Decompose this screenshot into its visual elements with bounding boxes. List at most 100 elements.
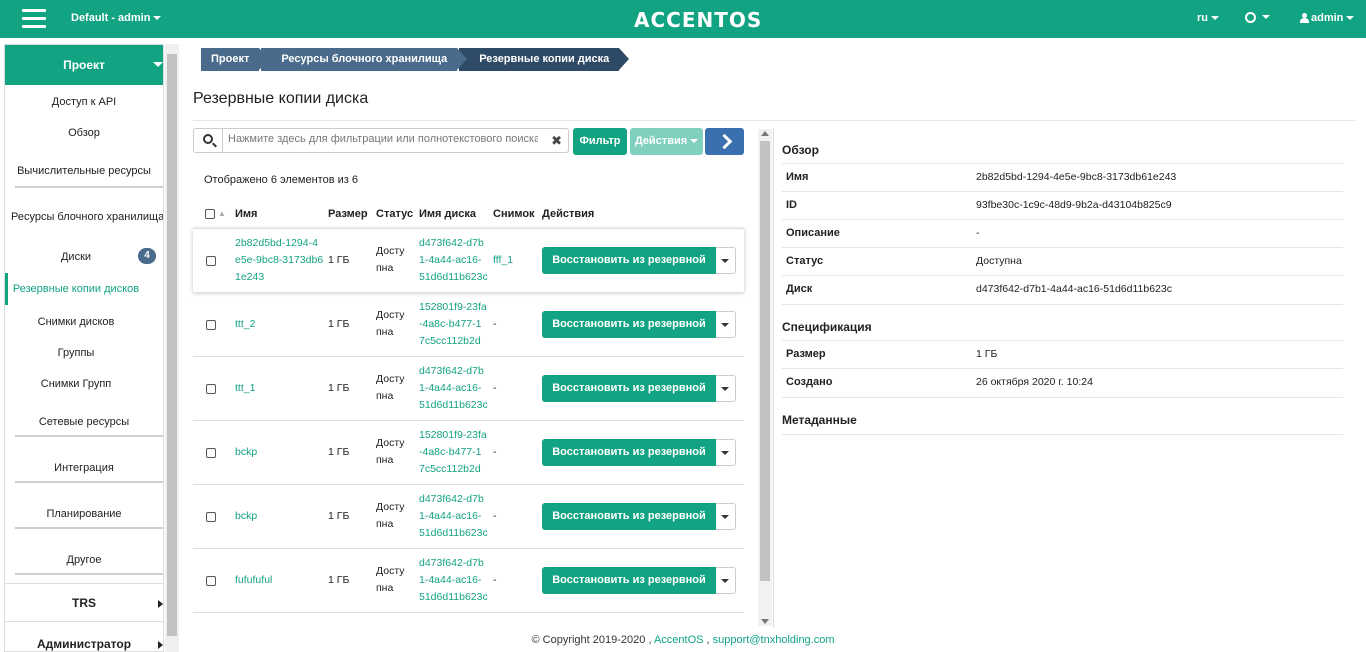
status-cell: Досту пна xyxy=(376,373,405,402)
row-actions-dropdown[interactable] xyxy=(716,567,736,594)
sidebar-item-group-snapshots[interactable]: Снимки Групп xyxy=(5,378,155,390)
project-selector[interactable]: Default - admin xyxy=(71,12,162,24)
column-header-disk-name[interactable]: Имя диска xyxy=(419,208,476,220)
row-checkbox[interactable] xyxy=(206,256,216,266)
search-button[interactable] xyxy=(194,129,223,152)
sidebar-item-overview[interactable]: Обзор xyxy=(5,127,163,139)
column-header-size[interactable]: Размер xyxy=(328,208,368,220)
row-actions-dropdown[interactable] xyxy=(716,311,736,338)
row-checkbox[interactable] xyxy=(206,448,216,458)
restore-button[interactable]: Восстановить из резервной копии xyxy=(542,247,716,293)
scrollbar-thumb[interactable] xyxy=(760,141,770,581)
sidebar-item-api-access[interactable]: Доступ к API xyxy=(5,96,163,108)
row-checkbox[interactable] xyxy=(206,512,216,522)
backup-name-link[interactable]: fufufuful xyxy=(235,572,272,589)
scroll-up-icon[interactable] xyxy=(761,131,769,136)
sort-icon: ▲ xyxy=(218,209,226,218)
row-actions-dropdown[interactable] xyxy=(716,247,736,274)
sidebar-item-disks[interactable]: Диски xyxy=(5,251,155,263)
filter-button[interactable]: Фильтр xyxy=(573,128,627,155)
divider xyxy=(15,186,163,188)
sidebar-item-integration[interactable]: Интеграция xyxy=(5,462,163,474)
breadcrumb-project[interactable]: Проект xyxy=(201,48,270,71)
disk-name-link[interactable]: d473f642-d7b 1-4a44-ac16- 51d6d11b623c xyxy=(419,363,488,414)
scroll-down-icon[interactable] xyxy=(761,619,769,624)
sidebar-item-block-storage[interactable]: Ресурсы блочного хранилища xyxy=(11,211,163,223)
scrollbar-thumb[interactable] xyxy=(167,54,177,636)
detail-value: 26 октября 2020 г. 10:24 xyxy=(976,376,1093,388)
row-checkbox[interactable] xyxy=(206,576,216,586)
sidebar-item-volume-backups[interactable]: Резервные копии дисков xyxy=(5,283,155,295)
size-cell: 1 ГБ xyxy=(328,254,350,266)
row-actions-dropdown[interactable] xyxy=(716,503,736,530)
detail-row-id: ID 93fbe30c-1c9c-48d9-9b2a-d43104b825c9 xyxy=(782,191,1343,219)
sidebar-scrollbar[interactable] xyxy=(165,44,179,652)
table-row[interactable]: bckp 1 ГБ Досту пна 152801f9-23fa -4a8c-b4… xyxy=(193,420,744,485)
disk-name-link[interactable]: 152801f9-23fa -4a8c-b477-1 7c5cc112b2d xyxy=(419,299,487,350)
table-row[interactable]: bckp 1 ГБ Досту пна d473f642-d7b 1-4a44-ac… xyxy=(193,484,744,549)
disk-name-link[interactable]: d473f642-d7b 1-4a44-ac16- 51d6d11b623c xyxy=(419,555,488,606)
brand-link[interactable]: AccentOS xyxy=(654,634,704,646)
sidebar-item-volume-snapshots[interactable]: Снимки дисков xyxy=(5,316,155,328)
theme-selector[interactable] xyxy=(1245,11,1270,23)
restore-button[interactable]: Восстановить из резервной копии xyxy=(542,503,716,549)
table-row[interactable]: fufufuful 1 ГБ Досту пна d473f642-d7b 1-4a… xyxy=(193,548,744,613)
user-menu[interactable]: admin xyxy=(1300,12,1355,24)
backup-name-link[interactable]: ttt_1 xyxy=(235,380,255,397)
row-actions-dropdown[interactable] xyxy=(716,439,736,466)
restore-button[interactable]: Восстановить из резервной копии xyxy=(542,439,716,485)
divider xyxy=(15,481,163,483)
column-header-snapshot[interactable]: Снимок xyxy=(493,208,535,220)
disk-name-link[interactable]: d473f642-d7b 1-4a44-ac16- 51d6d11b623c xyxy=(419,235,488,286)
backup-name-link[interactable]: bckp xyxy=(235,508,257,525)
items-count: Отображено 6 элементов из 6 xyxy=(204,174,358,186)
table-row[interactable]: 2b82d5bd-1294-4 e5e-9bc8-3173db6 1e243 1 Г… xyxy=(193,228,744,293)
sidebar-item-groups[interactable]: Группы xyxy=(5,347,155,359)
backup-name-link[interactable]: ttt_2 xyxy=(235,316,255,333)
divider xyxy=(782,397,1343,398)
table-row[interactable]: ttt_2 1 ГБ Досту пна 152801f9-23fa -4a8c-b… xyxy=(193,292,744,357)
detail-label: Размер xyxy=(786,348,826,360)
actions-button[interactable]: Действия xyxy=(630,128,703,155)
row-checkbox[interactable] xyxy=(206,320,216,330)
sidebar-item-network[interactable]: Сетевые ресурсы xyxy=(5,416,163,428)
sidebar-item-other[interactable]: Другое xyxy=(5,554,163,566)
disk-link[interactable]: d473f642-d7b1-4a44-ac16-51d6d11b623c xyxy=(976,283,1172,295)
clear-icon[interactable]: ✖ xyxy=(551,133,562,149)
restore-button[interactable]: Восстановить из резервной копии xyxy=(542,375,716,421)
language-selector[interactable]: ru xyxy=(1197,12,1219,24)
detail-row-disk: Диск d473f642-d7b1-4a44-ac16-51d6d11b623… xyxy=(782,275,1343,303)
restore-button[interactable]: Восстановить из резервной копии xyxy=(542,567,716,613)
column-header-name[interactable]: Имя xyxy=(235,208,257,220)
sidebar-section-project[interactable]: Проект xyxy=(5,45,163,85)
search-box: ✖ xyxy=(193,128,569,153)
divider xyxy=(773,128,774,628)
disk-name-link[interactable]: 152801f9-23fa -4a8c-b477-1 7c5cc112b2d xyxy=(419,427,487,478)
row-checkbox[interactable] xyxy=(206,384,216,394)
support-email-link[interactable]: support@tnxholding.com xyxy=(713,634,835,646)
separator-text: , xyxy=(706,634,710,646)
spec-title: Спецификация xyxy=(782,320,872,334)
backup-name-link[interactable]: 2b82d5bd-1294-4 e5e-9bc8-3173db6 1e243 xyxy=(235,235,323,286)
sidebar-item-planning[interactable]: Планирование xyxy=(5,508,163,520)
breadcrumb-block-storage[interactable]: Ресурсы блочного хранилища xyxy=(261,48,468,71)
toggle-detail-button[interactable] xyxy=(705,128,744,155)
divider xyxy=(193,612,744,613)
restore-button[interactable]: Восстановить из резервной копии xyxy=(542,311,716,357)
search-input[interactable] xyxy=(228,133,538,145)
table-scrollbar[interactable] xyxy=(758,129,772,626)
detail-label: ID xyxy=(786,199,797,211)
size-cell: 1 ГБ xyxy=(328,510,350,522)
menu-icon[interactable] xyxy=(22,9,46,29)
row-actions-dropdown[interactable] xyxy=(716,375,736,402)
divider xyxy=(782,304,1343,305)
backup-name-link[interactable]: bckp xyxy=(235,444,257,461)
table-row[interactable]: ttt_1 1 ГБ Досту пна d473f642-d7b 1-4a44-a… xyxy=(193,356,744,421)
snapshot-link[interactable]: fff_1 xyxy=(493,252,513,269)
sidebar-item-compute[interactable]: Вычислительные ресурсы xyxy=(5,165,163,177)
column-header-status[interactable]: Статус xyxy=(376,208,413,220)
select-all-checkbox[interactable] xyxy=(205,209,215,219)
top-bar: Default - admin ACCENTOS ru admin xyxy=(0,0,1366,38)
sidebar-group-trs[interactable]: TRS xyxy=(5,596,163,610)
disk-name-link[interactable]: d473f642-d7b 1-4a44-ac16- 51d6d11b623c xyxy=(419,491,488,542)
